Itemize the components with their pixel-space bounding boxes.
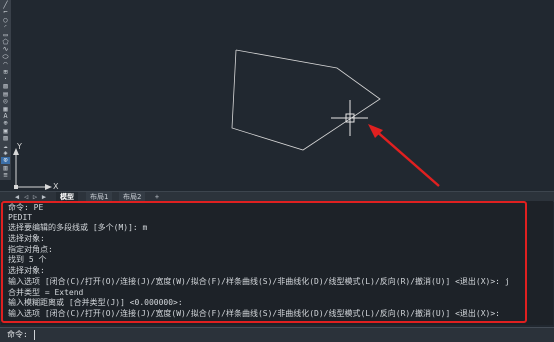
red-highlight-box <box>1 201 527 323</box>
ucs-y-label: Y <box>17 142 22 151</box>
ucs-x-label: X <box>53 182 59 191</box>
last-tab-icon[interactable]: ▶ <box>40 193 48 201</box>
add-tab-icon[interactable]: + <box>153 193 161 201</box>
command-prompt: 命令: <box>7 330 28 339</box>
properties-icon[interactable]: ≡ <box>1 172 10 179</box>
crosshair-cursor <box>331 100 368 136</box>
command-line: 命令: <box>0 327 554 342</box>
canvas-svg <box>13 49 440 190</box>
drawing-canvas[interactable]: Y X <box>11 0 554 191</box>
annotation-arrow <box>368 124 440 187</box>
first-tab-icon[interactable]: ◀ <box>13 193 21 201</box>
text-caret <box>34 330 35 340</box>
next-tab-icon[interactable]: ▷ <box>31 193 39 201</box>
prev-tab-icon[interactable]: ◁ <box>22 193 30 201</box>
command-input[interactable] <box>38 329 538 341</box>
pentagon-polyline[interactable] <box>231 49 381 151</box>
ucs-icon <box>13 148 52 190</box>
